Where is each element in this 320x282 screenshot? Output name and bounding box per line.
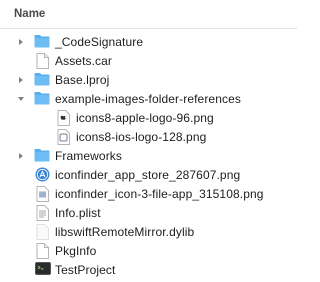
image-file-icon — [36, 185, 52, 202]
list-item[interactable]: icons8-apple-logo-96.png — [0, 108, 297, 127]
item-label: example-images-folder-references — [55, 91, 241, 106]
list-item[interactable]: Frameworks — [0, 146, 297, 165]
list-item[interactable]: example-images-folder-references — [0, 89, 297, 108]
list-item[interactable]: Info.plist — [0, 203, 297, 222]
list-item[interactable]: iconfinder_icon-3-file-app_315108.png — [0, 184, 297, 203]
disclosure-triangle-collapsed-icon[interactable] — [16, 75, 26, 85]
disclosure-triangle-collapsed-icon[interactable] — [16, 151, 26, 161]
app-store-icon — [35, 167, 51, 183]
item-label: PkgInfo — [55, 243, 97, 258]
item-label: iconfinder_app_store_287607.png — [55, 167, 241, 182]
document-icon — [36, 52, 52, 69]
folder-icon — [34, 148, 50, 164]
list-item[interactable]: iconfinder_app_store_287607.png — [0, 165, 297, 184]
dylib-file-icon — [36, 223, 52, 240]
list-item[interactable]: PkgInfo — [0, 241, 297, 260]
list-item[interactable]: _CodeSignature — [0, 32, 297, 51]
document-icon — [36, 242, 52, 259]
item-label: Frameworks — [55, 148, 123, 163]
column-header[interactable]: Name — [0, 0, 297, 29]
item-label: iconfinder_icon-3-file-app_315108.png — [55, 186, 264, 201]
name-column-title[interactable]: Name — [14, 8, 45, 20]
list-item[interactable]: TestProject — [0, 260, 297, 279]
list-item[interactable]: icons8-ios-logo-128.png — [0, 127, 297, 146]
disclosure-triangle-expanded-icon[interactable] — [16, 94, 26, 104]
item-label: icons8-apple-logo-96.png — [76, 110, 214, 125]
terminal-executable-icon — [35, 261, 51, 278]
image-file-icon — [57, 128, 73, 145]
list-item[interactable]: Base.lproj — [0, 70, 297, 89]
image-file-icon — [57, 109, 73, 126]
item-label: Info.plist — [55, 205, 101, 220]
disclosure-triangle-collapsed-icon[interactable] — [16, 37, 26, 47]
item-label: Base.lproj — [55, 72, 110, 87]
item-label: TestProject — [55, 262, 116, 277]
list-item[interactable]: Assets.car — [0, 51, 297, 70]
item-label: _CodeSignature — [55, 34, 144, 49]
folder-icon — [34, 72, 50, 88]
item-label: icons8-ios-logo-128.png — [76, 129, 207, 144]
plist-file-icon — [36, 204, 52, 221]
folder-icon — [34, 91, 50, 107]
item-label: Assets.car — [55, 53, 113, 68]
item-label: libswiftRemoteMirror.dylib — [55, 224, 195, 239]
folder-icon — [34, 34, 50, 50]
list-item[interactable]: libswiftRemoteMirror.dylib — [0, 222, 297, 241]
